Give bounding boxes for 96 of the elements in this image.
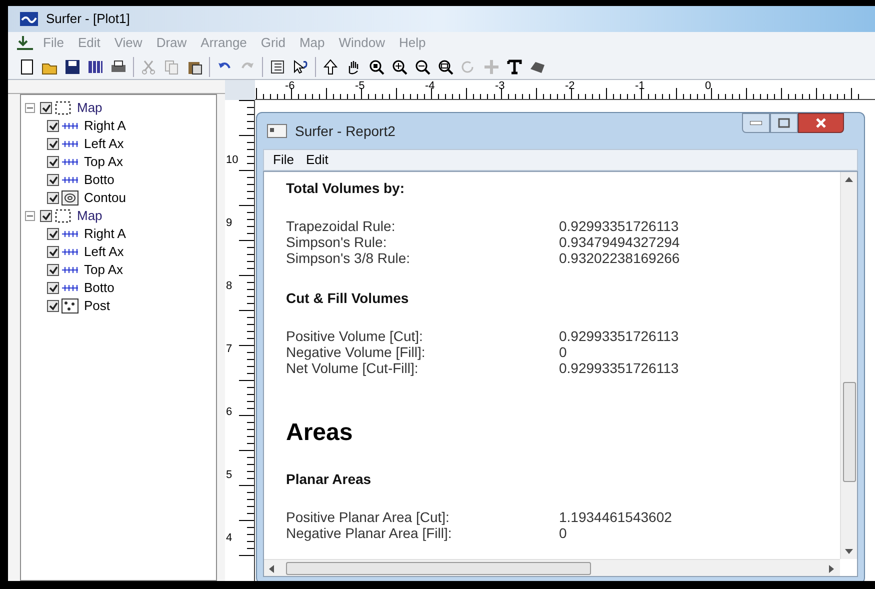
ruler-label: 9 <box>226 218 232 229</box>
object-manager-icon[interactable] <box>269 58 286 74</box>
tree-item-label[interactable]: Contou <box>84 188 126 208</box>
ruler-label: 8 <box>226 281 232 292</box>
zoom-rectangle-icon[interactable] <box>368 58 385 74</box>
result-value: 0.93479494327294 <box>559 234 680 250</box>
maximize-icon <box>778 118 790 128</box>
section-heading: Planar Areas <box>286 471 372 487</box>
result-value: 0.93202238169266 <box>559 250 680 266</box>
vertical-scrollbar[interactable] <box>840 172 857 559</box>
ruler-label: -3 <box>495 81 505 92</box>
result-label: Negative Planar Area [Fill]: <box>286 525 453 541</box>
visibility-checkbox[interactable] <box>47 282 59 294</box>
new-file-icon[interactable] <box>18 58 35 74</box>
app-icon <box>20 12 38 26</box>
zoom-fit-icon[interactable] <box>437 58 454 74</box>
visibility-checkbox[interactable] <box>47 120 59 132</box>
ruler-label: 6 <box>226 407 232 418</box>
visibility-checkbox[interactable] <box>47 228 59 240</box>
result-label: Trapezoidal Rule: <box>286 218 396 234</box>
visibility-checkbox[interactable] <box>47 174 59 186</box>
scroll-right-icon[interactable] <box>829 565 834 573</box>
collapse-toggle[interactable] <box>25 103 35 113</box>
menu-item[interactable]: File <box>270 150 297 170</box>
section-heading: Total Volumes by: <box>286 180 406 196</box>
visibility-checkbox[interactable] <box>47 246 59 258</box>
result-value: 1.1934461543602 <box>559 509 672 525</box>
map-frame-icon <box>54 208 72 224</box>
pointer-arrow-icon[interactable] <box>322 58 339 74</box>
zoom-in-icon[interactable] <box>391 58 408 74</box>
scroll-up-icon[interactable] <box>845 177 853 182</box>
scrollbar-thumb[interactable] <box>843 382 856 482</box>
ruler-label: -6 <box>285 81 295 92</box>
visibility-checkbox[interactable] <box>40 210 52 222</box>
horizontal-scrollbar[interactable] <box>264 559 840 576</box>
section-heading: Cut & Fill Volumes <box>286 290 410 306</box>
close-button[interactable] <box>798 113 844 133</box>
visibility-checkbox[interactable] <box>47 300 59 312</box>
tree-item-label[interactable]: Botto <box>84 278 114 298</box>
scroll-down-icon[interactable] <box>845 549 853 554</box>
save-icon[interactable] <box>64 58 81 74</box>
visibility-checkbox[interactable] <box>47 192 59 204</box>
tree-item-label[interactable]: Post <box>84 296 110 316</box>
minimize-icon <box>750 121 762 125</box>
scrollbar-thumb[interactable] <box>286 562 591 575</box>
scroll-left-icon[interactable] <box>269 565 274 573</box>
collapse-toggle[interactable] <box>25 211 35 221</box>
print-icon[interactable] <box>110 58 127 74</box>
text-tool-icon[interactable] <box>506 58 523 74</box>
zoom-out-icon[interactable] <box>414 58 431 74</box>
ruler-label: 10 <box>226 155 238 166</box>
minus-icon <box>27 105 33 111</box>
tree-item-label[interactable]: Top Ax <box>84 260 124 280</box>
visibility-checkbox[interactable] <box>47 264 59 276</box>
result-value: 0.92993351726113 <box>559 218 679 234</box>
result-value: 0 <box>559 525 567 541</box>
tree-item-label[interactable]: Map <box>77 98 102 118</box>
tree-item-label[interactable]: Right A <box>84 224 126 244</box>
result-label: Negative Volume [Fill]: <box>286 344 426 360</box>
window-title: Surfer - [Plot1] <box>46 10 130 28</box>
map-frame-icon <box>54 100 72 116</box>
result-value: 0.92993351726113 <box>559 328 679 344</box>
result-label: Net Volume [Cut-Fill]: <box>286 360 420 376</box>
maximize-button[interactable] <box>770 113 798 133</box>
ruler-label: 0 <box>705 81 712 92</box>
report-title: Areas <box>286 419 354 447</box>
help-pointer-icon[interactable] <box>292 58 309 74</box>
tree-item-label[interactable]: Map <box>77 206 102 226</box>
tree-item-label[interactable]: Left Ax <box>84 242 124 262</box>
minimize-button[interactable] <box>742 113 770 133</box>
visibility-checkbox[interactable] <box>40 102 52 114</box>
ruler-label: 5 <box>226 470 232 481</box>
post-map-icon <box>61 298 79 314</box>
result-value: 0 <box>559 344 567 360</box>
report-window-title: Surfer - Report2 <box>295 122 396 141</box>
result-label: Simpson's 3/8 Rule: <box>286 250 412 266</box>
minus-icon <box>27 213 33 219</box>
ruler-label: 4 <box>226 533 232 544</box>
app-menu-icon[interactable] <box>16 35 34 51</box>
tree-item-label[interactable]: Top Ax <box>84 152 124 172</box>
ruler-label: -4 <box>425 81 435 92</box>
ruler-label: 7 <box>226 344 232 355</box>
result-value: 0.92993351726113 <box>559 360 679 376</box>
visibility-checkbox[interactable] <box>47 138 59 150</box>
tree-item-label[interactable]: Right A <box>84 116 126 136</box>
visibility-checkbox[interactable] <box>47 156 59 168</box>
tree-item-label[interactable]: Botto <box>84 170 114 190</box>
result-label: Positive Planar Area [Cut]: <box>286 509 450 525</box>
menu-item[interactable]: Edit <box>302 150 332 170</box>
contour-icon <box>61 190 79 206</box>
tree-item-label[interactable]: Left Ax <box>84 134 124 154</box>
document-icon <box>267 124 287 138</box>
result-label: Simpson's Rule: <box>286 234 388 250</box>
result-label: Positive Volume [Cut]: <box>286 328 424 344</box>
close-icon <box>815 118 827 128</box>
ruler-label: -5 <box>355 81 365 92</box>
